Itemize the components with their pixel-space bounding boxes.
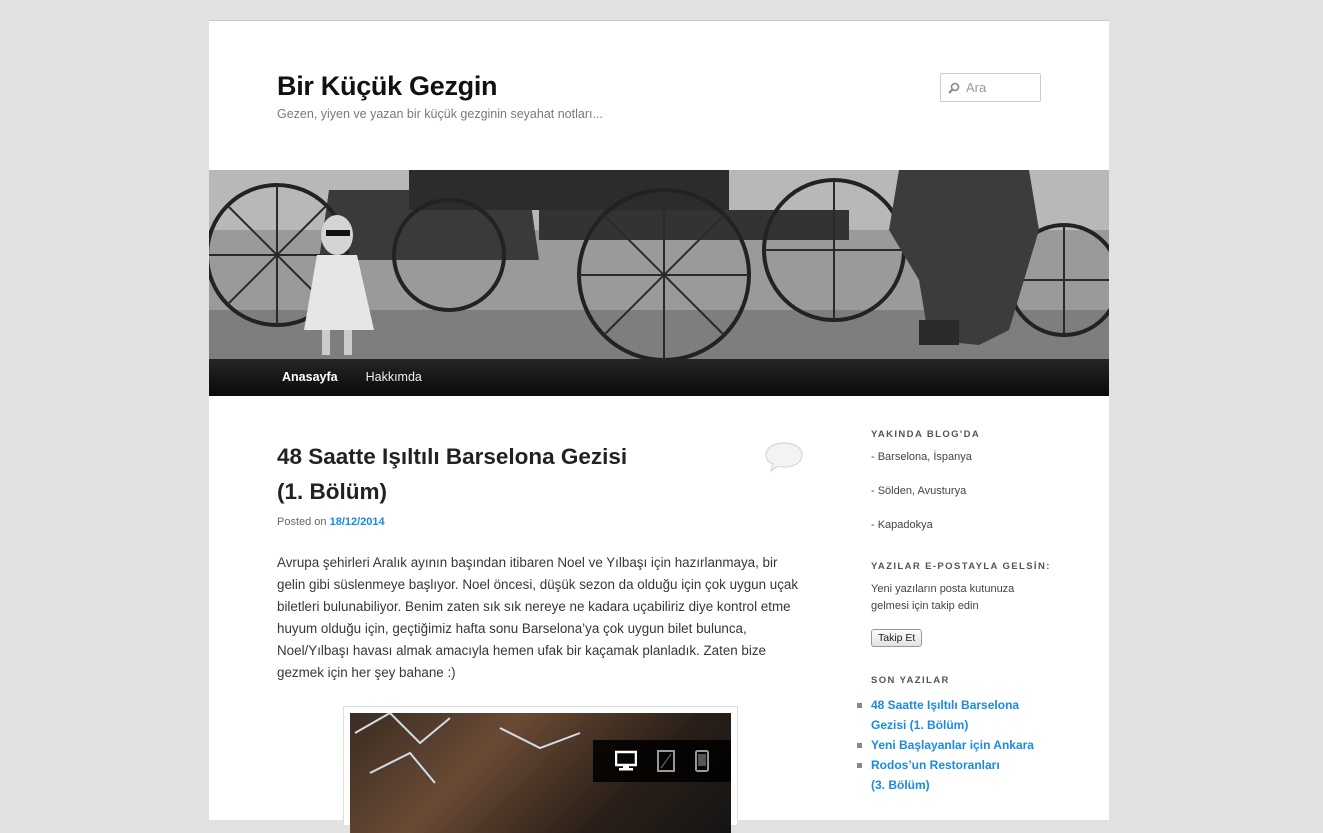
widget-title-upcoming: YAKINDA BLOG'DA [871, 429, 981, 440]
post-body: Avrupa şehirleri Aralık ayının başından … [277, 555, 799, 680]
post-title-line-1[interactable]: 48 Saatte Işıltılı Barselona Gezisi [277, 444, 627, 469]
recent-post-link[interactable]: Yeni Başlayanlar için Ankara [871, 738, 1034, 752]
widget-email-subscribe: YAZILAR E-POSTAYLA GELSİN: Yeni yazıları… [871, 561, 1051, 647]
post-image-frame [343, 706, 738, 833]
posted-on-label: Posted on [277, 516, 327, 528]
post-title-line-2[interactable]: (1. Bölüm) [277, 479, 387, 504]
widget-title-recent: SON YAZILAR [871, 675, 950, 686]
post-image[interactable] [350, 713, 731, 833]
upcoming-item: - Kapadokya [871, 519, 933, 531]
list-item: Rodos’un Restoranları (3. Bölüm) [857, 755, 1011, 795]
list-item: Yeni Başlayanlar için Ankara [857, 735, 1051, 755]
recent-posts-list: 48 Saatte Işıltılı Barselona Gezisi (1. … [857, 695, 1051, 795]
post-title[interactable]: 48 Saatte Işıltılı Barselona Gezisi (1. … [277, 439, 697, 509]
search-icon [948, 82, 960, 94]
upcoming-item: - Barselona, İspanya [871, 451, 972, 463]
follow-button[interactable]: Takip Et [871, 629, 923, 647]
nav-item-home[interactable]: Anasayfa [271, 359, 349, 396]
list-item: 48 Saatte Işıltılı Barselona Gezisi (1. … [857, 695, 1031, 735]
header-banner-image [209, 170, 1109, 359]
post-meta: Posted on 18/12/2014 [277, 516, 385, 528]
upcoming-item: - Sölden, Avusturya [871, 485, 967, 497]
page: Bir Küçük Gezgin Gezen, yiyen ve yazan b… [209, 20, 1109, 833]
site-title[interactable]: Bir Küçük Gezgin [277, 71, 498, 102]
search-input[interactable] [966, 80, 1036, 95]
nav-item-about[interactable]: Hakkımda [355, 359, 433, 396]
phone-view-icon[interactable] [695, 750, 710, 772]
site-description: Gezen, yiyen ve yazan bir küçük gezginin… [277, 107, 603, 121]
tablet-view-icon[interactable] [656, 750, 676, 772]
recent-post-link[interactable]: 48 Saatte Işıltılı Barselona Gezisi (1. … [871, 698, 1019, 732]
post-date-link[interactable]: 18/12/2014 [330, 516, 385, 528]
search-box[interactable] [940, 73, 1041, 102]
main-navigation: Anasayfa Hakkımda [209, 359, 1109, 396]
image-view-toolbar [593, 740, 731, 782]
widget-recent-posts: SON YAZILAR 48 Saatte Işıltılı Barselona… [857, 675, 1051, 795]
recent-post-link[interactable]: Rodos’un Restoranları (3. Bölüm) [871, 758, 1000, 792]
sidebar: YAKINDA BLOG'DA - Barselona, İspanya - S… [857, 429, 1051, 795]
desktop-view-icon[interactable] [614, 750, 637, 772]
email-subscribe-text: Yeni yazıların posta kutunuza gelmesi iç… [871, 583, 1015, 612]
widget-upcoming: YAKINDA BLOG'DA - Barselona, İspanya - S… [871, 429, 1051, 534]
comment-bubble-icon[interactable] [763, 440, 805, 474]
widget-title-email: YAZILAR E-POSTAYLA GELSİN: [871, 561, 1051, 572]
